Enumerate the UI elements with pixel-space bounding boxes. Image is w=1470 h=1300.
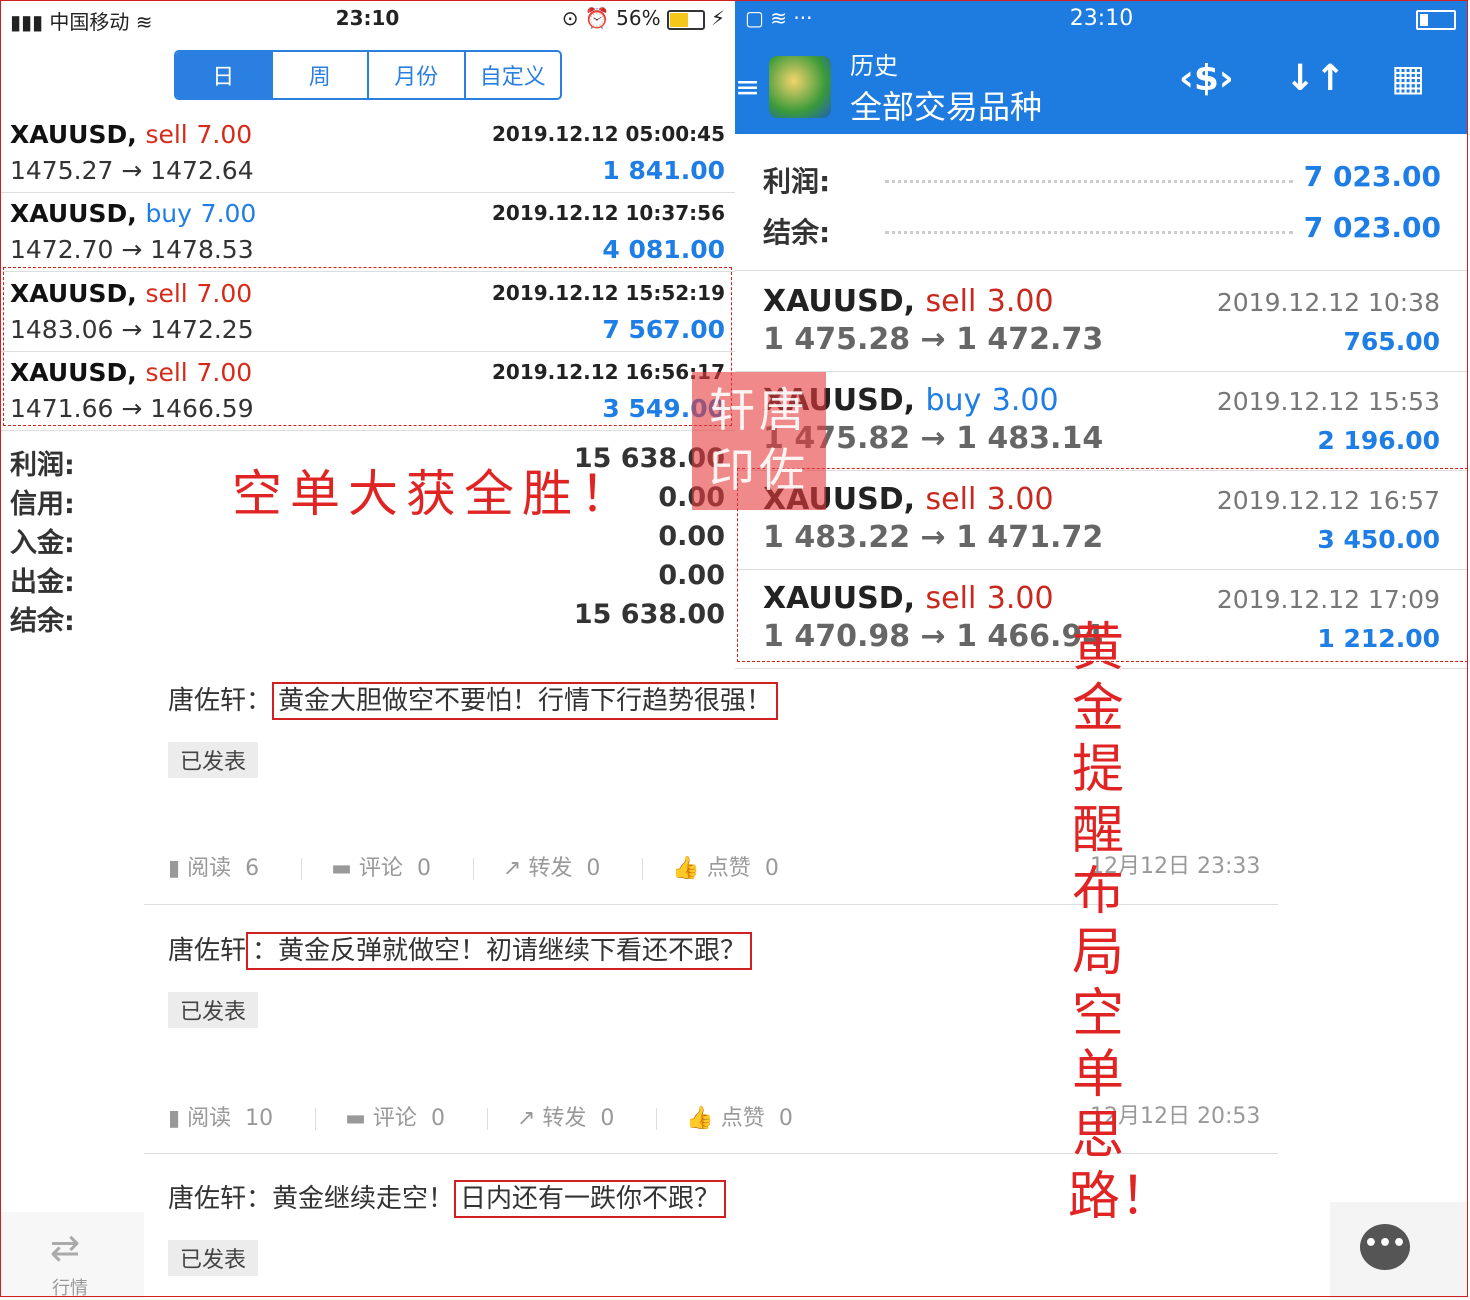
seal-stamp: 轩唐印佐 — [692, 372, 826, 510]
read-icon: ▮ — [168, 856, 181, 881]
comment-icon[interactable]: ▬ — [345, 1106, 366, 1131]
comment-icon[interactable]: ▬ — [331, 856, 352, 881]
post-text: 唐佐轩：黄金继续走空！ 日内还有一跌你不跟？ — [168, 1178, 727, 1218]
share-count: 0 — [600, 1106, 615, 1131]
share-count: 0 — [586, 856, 601, 881]
trade-symbol: XAUUSD, — [10, 199, 137, 228]
app-logo — [769, 56, 831, 118]
trade-lots: 3.00 — [986, 284, 1054, 319]
trade-side: sell — [145, 120, 188, 149]
tab-week[interactable]: 周 — [270, 52, 368, 98]
published-badge: 已发表 — [168, 742, 258, 778]
trade-prices: 1472.70 → 1478.53 — [10, 235, 254, 264]
like-count: 0 — [764, 856, 779, 881]
market-arrows-icon: ⇄ — [50, 1228, 81, 1269]
post-author: 唐佐轩 — [168, 936, 247, 966]
dollar-exchange-icon[interactable]: ‹$› — [1179, 58, 1234, 99]
trade-prices: 1 475.28 → 1 472.73 — [763, 322, 1104, 357]
menu-icon[interactable]: ≡ — [735, 70, 760, 105]
share-icon[interactable]: ↗ — [517, 1106, 535, 1131]
trade-symbol: XAUUSD, — [763, 284, 916, 319]
chat-bubble-icon: ••• — [1360, 1224, 1410, 1270]
status-time: 23:10 — [1069, 6, 1134, 31]
trade-side: buy — [925, 383, 982, 418]
share-icon[interactable]: ↗ — [503, 856, 521, 881]
trade-lots: 7.00 — [196, 120, 253, 149]
trade-profit: 765.00 — [1343, 327, 1440, 356]
chat-button[interactable]: ••• — [1330, 1202, 1468, 1298]
read-count: 6 — [245, 856, 260, 881]
summary-balance: 结余: 7 023.00 — [763, 211, 1441, 249]
summary-withdrawal: 出金: 0.00 — [10, 560, 725, 598]
header-subtitle[interactable]: 全部交易品种 — [850, 82, 1042, 128]
highlight-box — [3, 267, 732, 426]
post-author: 唐佐轩： — [168, 686, 273, 716]
trade-symbol: XAUUSD, — [10, 120, 137, 149]
trade-side: sell — [925, 284, 977, 319]
annotation-right: 黄金提醒布局空单思路！ — [1068, 618, 1173, 1227]
sort-icon[interactable]: ↓↑ — [1285, 58, 1345, 99]
trade-date: 2019.12.12 10:38 — [1216, 288, 1440, 317]
summary-deposit: 入金: 0.00 — [10, 521, 725, 559]
post-stats: ▮ 阅读 10 ▬ 评论 0 ↗ 转发 0 👍 点赞 0 — [168, 1106, 793, 1131]
trade-prices: 1475.27 → 1472.64 — [10, 156, 254, 185]
read-count: 10 — [245, 1106, 274, 1131]
summary-balance: 结余: 15 638.00 — [10, 599, 725, 637]
bottom-tab-market[interactable]: ⇄ 行情 — [0, 1212, 144, 1299]
app-header: ▢ ≋ ··· 23:10 ≡ 历史 全部交易品种 ‹$› ↓↑ ▦ — [735, 0, 1468, 134]
trade-profit: 1 841.00 — [602, 156, 725, 185]
trade-date: 2019.12.12 10:37:56 — [492, 201, 725, 225]
summary-profit: 利润: 7 023.00 — [763, 160, 1441, 198]
header-title: 历史 — [850, 52, 898, 80]
trade-lots: 7.00 — [200, 199, 257, 228]
trade-profit: 4 081.00 — [602, 235, 725, 264]
battery-percent: 56% — [616, 6, 661, 30]
trade-row[interactable]: XAUUSD, sell 7.00 2019.12.12 05:00:45 14… — [0, 114, 735, 193]
tab-custom[interactable]: 自定义 — [463, 52, 561, 98]
tab-label: 行情 — [52, 1278, 88, 1299]
right-history-panel: ▢ ≋ ··· 23:10 ≡ 历史 全部交易品种 ‹$› ↓↑ ▦ 利润: 7 … — [735, 0, 1468, 670]
like-icon[interactable]: 👍 — [686, 1106, 713, 1131]
trade-date: 2019.12.12 05:00:45 — [492, 122, 725, 146]
trade-row[interactable]: XAUUSD, buy 3.00 2019.12.12 15:53 1 475.… — [735, 371, 1468, 471]
published-badge: 已发表 — [168, 992, 258, 1028]
battery-icon — [1416, 10, 1456, 30]
status-bar: ▮▮▮ 中国移动 ≋ 23:10 ⊙ ⏰ 56% ⚡ — [0, 0, 735, 38]
left-history-panel: ▮▮▮ 中国移动 ≋ 23:10 ⊙ ⏰ 56% ⚡ 日 周 月份 自定义 XA… — [0, 0, 735, 645]
annotation-left: 空单大获全胜！ — [232, 465, 638, 523]
post-highlight: 黄金大胆做空不要怕！行情下行趋势很强！ — [272, 682, 779, 720]
like-icon[interactable]: 👍 — [672, 856, 699, 881]
trade-profit: 2 196.00 — [1317, 426, 1440, 455]
calendar-icon[interactable]: ▦ — [1391, 58, 1425, 99]
published-badge: 已发表 — [168, 1240, 258, 1276]
tab-day[interactable]: 日 — [176, 52, 271, 98]
post-highlight: 日内还有一跌你不跟？ — [454, 1180, 727, 1218]
status-right: ⊙ ⏰ 56% ⚡ — [561, 6, 725, 30]
comment-count: 0 — [430, 1106, 445, 1131]
read-icon: ▮ — [168, 1106, 181, 1131]
trade-lots: 3.00 — [991, 383, 1059, 418]
trade-row[interactable]: XAUUSD, buy 7.00 2019.12.12 10:37:56 147… — [0, 193, 735, 272]
period-tabs: 日 周 月份 自定义 — [174, 50, 562, 100]
trade-row[interactable]: XAUUSD, sell 3.00 2019.12.12 10:38 1 475… — [735, 272, 1468, 372]
comment-count: 0 — [416, 856, 431, 881]
battery-icon — [666, 9, 705, 30]
post-text: 唐佐轩 ：黄金反弹就做空！初请继续下看还不跟？ — [168, 930, 753, 970]
post-author: 唐佐轩：黄金继续走空！ — [168, 1184, 455, 1214]
trade-date: 2019.12.12 15:53 — [1216, 387, 1440, 416]
tab-month[interactable]: 月份 — [367, 52, 464, 98]
post-highlight: ：黄金反弹就做空！初请继续下看还不跟？ — [246, 932, 753, 970]
trade-side: buy — [145, 199, 192, 228]
like-count: 0 — [778, 1106, 793, 1131]
post-text: 唐佐轩： 黄金大胆做空不要怕！行情下行趋势很强！ — [168, 680, 779, 720]
post-stats: ▮ 阅读 6 ▬ 评论 0 ↗ 转发 0 👍 点赞 0 — [168, 856, 779, 881]
